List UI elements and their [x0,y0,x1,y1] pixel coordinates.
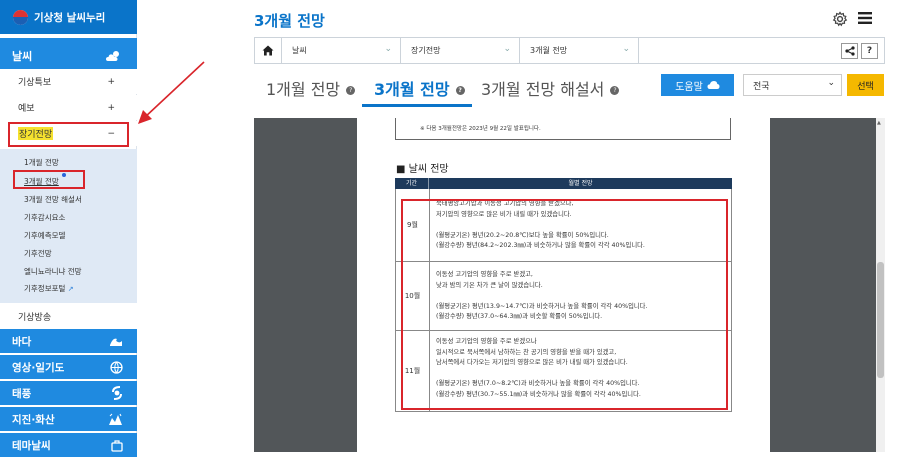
sidebar-link-climate-outlook[interactable]: 기후전망 [24,248,52,259]
sidebar-link-climate-model[interactable]: 기후예측모델 [24,230,65,241]
section-label: 지진·화산 [12,413,55,426]
tab-label: 1개월 전망 [266,80,341,99]
tab-3month-guide[interactable]: 3개월 전망 해설서? [481,76,620,100]
cloud-icon [707,81,720,89]
question-icon[interactable]: ? [610,86,620,95]
tab-label: 3개월 전망 해설서 [481,80,605,99]
section-label: 바다 [12,335,32,348]
sidebar-link-enso[interactable]: 엘니뇨라니냐 전망 [24,266,82,277]
share-button[interactable] [841,43,858,59]
sidebar-item-forecast[interactable]: 예보 + [0,95,137,120]
sidebar-item-broadcast[interactable]: 기상방송 [0,303,137,329]
chevron-down-icon: ⌄ [827,78,835,88]
active-tab-indicator [362,104,472,107]
breadcrumb-select-long-term[interactable]: 장기전망 ⌄ [401,38,520,63]
scrollbar-thumb[interactable] [877,262,884,378]
region-value: 전국 [753,81,770,92]
column-header-outlook: 월별 전망 [568,180,593,187]
sidebar-item-label: 기상특보 [18,78,52,88]
highlight-box-table [401,199,728,410]
scroll-up-icon[interactable]: ▲ [877,120,881,126]
sidebar-link-climate-portal[interactable]: 기후정보포털 ↗ [24,283,74,294]
share-icon [844,46,855,56]
breadcrumb: 날씨 ⌄ 장기전망 ⌄ 3개월 전망 ⌄ ? [254,37,885,64]
settings-gear-icon[interactable] [832,11,848,27]
sidebar-link-3month-guide[interactable]: 3개월 전망 해설서 [24,194,82,205]
link-label: 기후정보포털 [24,284,66,293]
breadcrumb-select-3month[interactable]: 3개월 전망 ⌄ [520,38,639,63]
kma-emblem-icon [13,9,28,25]
home-icon [262,45,274,56]
question-icon[interactable]: ? [346,86,356,95]
top-bar: 3개월 전망 [254,0,900,36]
tab-bar: 1개월 전망? 3개월 전망? 3개월 전망 해설서? 도움말 전국 ⌄ 선택 [254,68,900,110]
expand-icon: + [107,102,115,113]
sidebar-section-theme[interactable]: 테마날씨 [0,433,137,457]
breadcrumb-label: 장기전망 [411,46,441,55]
sidebar-section-sea[interactable]: 바다 [0,329,137,353]
breadcrumb-label: 날씨 [292,46,307,55]
section-label: 영상·일기도 [12,361,65,374]
highlight-box-long-term [8,122,129,147]
brand-logo[interactable]: 기상청 날씨누리 [0,0,137,34]
sidebar-item-warning[interactable]: 기상특보 + [0,69,137,94]
bag-icon [111,439,123,452]
annotation-arrow [138,61,205,124]
sidebar-section-earthquake[interactable]: 지진·화산 [0,407,137,431]
column-header-period: 기간 [395,178,429,189]
select-button[interactable]: 선택 [847,74,884,96]
tab-label: 3개월 전망 [374,80,450,99]
section-heading: ■ 날씨 전망 [396,164,449,175]
help-label: 도움말 [675,81,703,93]
sidebar-section-typhoon[interactable]: 태풍 [0,381,137,405]
help-question-button[interactable]: ? [861,43,878,59]
section-label: 태풍 [12,387,32,400]
sidebar-link-climate-monitoring[interactable]: 기후감시요소 [24,212,65,223]
sidebar: 기상청 날씨누리 날씨 기상특보 + 예보 + 장기전망 − 1개월 전망 3개… [0,0,137,457]
section-label: 테마날씨 [12,439,51,452]
help-button[interactable]: 도움말 [661,74,734,96]
chevron-down-icon: ⌄ [622,44,630,54]
region-select[interactable]: 전국 ⌄ [743,74,842,96]
earthquake-icon [109,413,122,425]
wave-icon [110,338,122,346]
breadcrumb-home[interactable] [255,38,282,63]
note-box: ※ 다음 3개월전망은 2023년 9월 22일 발표됩니다. [395,118,731,140]
section-label: 날씨 [12,50,33,63]
globe-icon [110,360,123,374]
sidebar-section-imagery[interactable]: 영상·일기도 [0,355,137,379]
page-title: 3개월 전망 [254,12,325,30]
expand-icon: + [107,76,115,87]
tab-3month[interactable]: 3개월 전망? [374,76,465,100]
typhoon-icon [112,386,122,400]
cloud-sun-icon [106,51,119,61]
breadcrumb-select-weather[interactable]: 날씨 ⌄ [282,38,401,63]
chevron-down-icon: ⌄ [503,44,511,54]
brand-name: 기상청 날씨누리 [34,11,106,24]
tab-1month[interactable]: 1개월 전망? [266,76,356,100]
external-link-icon: ↗ [67,285,74,293]
breadcrumb-label: 3개월 전망 [530,46,568,55]
table-header: 기간 월별 전망 [395,178,732,189]
note-text: ※ 다음 3개월전망은 2023년 9월 22일 발표됩니다. [420,126,541,132]
sidebar-link-1month[interactable]: 1개월 전망 [24,157,59,168]
sidebar-item-label: 기상방송 [18,312,52,323]
question-icon[interactable]: ? [455,86,465,95]
sidebar-item-label: 예보 [18,104,35,114]
document-page: ※ 다음 3개월전망은 2023년 9월 22일 발표됩니다. ■ 날씨 전망 … [357,118,770,452]
chevron-down-icon: ⌄ [384,44,392,54]
menu-hamburger-icon[interactable] [858,11,872,25]
highlight-box-3month [13,170,85,189]
